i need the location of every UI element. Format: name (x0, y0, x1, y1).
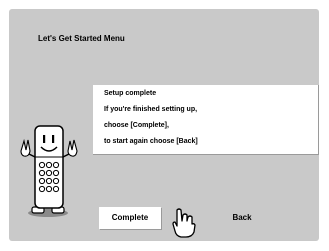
message-line-finished: If you're finished setting up, (104, 106, 198, 113)
back-button[interactable]: Back (217, 207, 267, 229)
message-line-choose-complete: choose [Complete], (104, 122, 169, 129)
message-box: Setup complete If you're finished settin… (93, 85, 319, 155)
message-line-status: Setup complete (104, 90, 157, 97)
message-line-start-again: to start again choose [Back] (104, 138, 198, 145)
remote-control-mascot-icon (20, 125, 78, 217)
setup-screen: Let's Get Started Menu Setup complete If… (0, 0, 329, 251)
pointing-hand-icon (172, 208, 196, 238)
menu-title: Let's Get Started Menu (38, 34, 125, 43)
complete-button[interactable]: Complete (99, 207, 161, 229)
